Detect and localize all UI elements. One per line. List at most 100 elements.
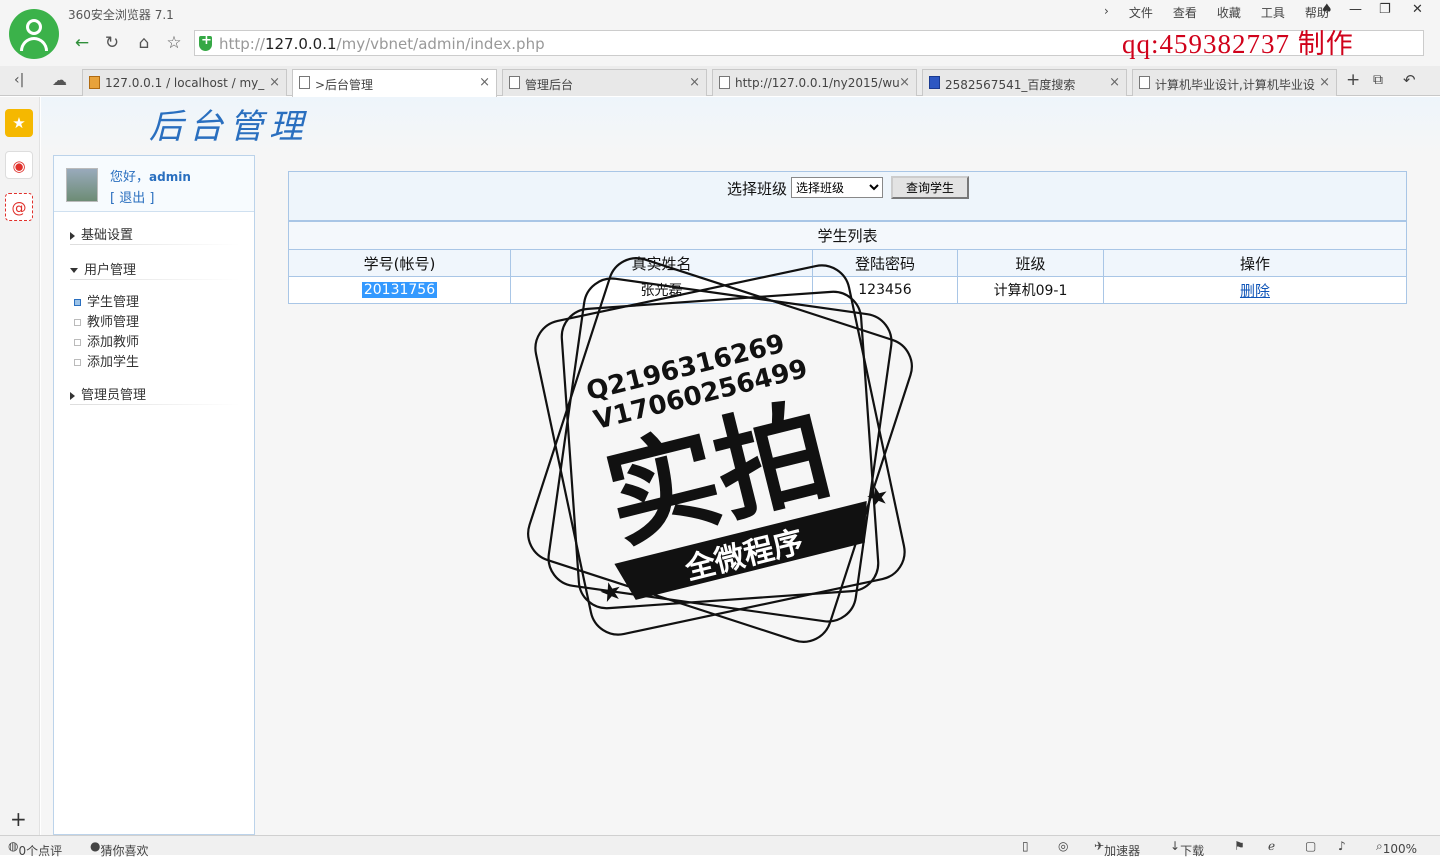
close-icon[interactable]: ✕ xyxy=(1412,2,1423,17)
divider xyxy=(70,404,240,405)
nav-item-add-student[interactable]: 添加学生 xyxy=(74,351,139,370)
tab-graduation[interactable]: 计算机毕业设计,计算机毕业设 × xyxy=(1132,69,1337,96)
table-caption: 学生列表 xyxy=(288,221,1407,250)
nav-group-basic[interactable]: 基础设置 xyxy=(70,224,133,243)
tab-label: 2582567541_百度搜索 xyxy=(945,78,1076,92)
page-icon xyxy=(299,76,310,89)
browser-logo-icon[interactable] xyxy=(9,9,59,59)
tab-label: http://127.0.0.1/ny2015/wu xyxy=(735,76,900,90)
tab-close-icon[interactable]: × xyxy=(1319,75,1330,90)
home-icon[interactable]: ⌂ xyxy=(134,33,154,53)
user-box: 您好，admin [ 退出 ] xyxy=(54,156,254,212)
url-text: http://127.0.0.1/my/vbnet/admin/index.ph… xyxy=(219,35,545,53)
comments-label: 0个点评 xyxy=(18,844,63,858)
screenshot-icon[interactable]: ▢ xyxy=(1305,839,1316,853)
page-banner: 后台管理 xyxy=(41,97,1440,155)
tab-list-icon[interactable]: ⧉ xyxy=(1373,72,1383,88)
clean-icon[interactable]: ◎ xyxy=(1058,839,1068,853)
status-bar: ◍ 0个点评 ● 猜你喜欢 ▯ ◎ ✈ 加速器 ↓ 下载 ⚑ ℯ ▢ ♪ ⌕ 1… xyxy=(0,835,1440,858)
tab-admin[interactable]: >后台管理 × xyxy=(292,69,497,97)
new-tab-icon[interactable]: + xyxy=(1346,70,1360,90)
student-class-cell: 计算机09-1 xyxy=(957,276,1104,304)
column-header: 操作 xyxy=(1103,249,1407,277)
download-label: 下载 xyxy=(1180,844,1205,858)
ie-mode-icon[interactable]: ℯ xyxy=(1268,839,1275,853)
tab-phpmyadmin[interactable]: 127.0.0.1 / localhost / my_ × xyxy=(82,69,287,96)
cloud-icon[interactable]: ☁ xyxy=(52,71,67,89)
download-button[interactable]: ↓ 下载 xyxy=(1170,839,1204,858)
collapsed-arrow-icon xyxy=(70,391,75,400)
tab-baidu[interactable]: 2582567541_百度搜索 × xyxy=(922,69,1127,96)
menu-file[interactable]: 文件 xyxy=(1119,4,1163,21)
stamp-star-icon: ★ xyxy=(596,575,626,610)
query-students-button[interactable]: 查询学生 xyxy=(891,176,969,199)
accelerator-label: 加速器 xyxy=(1104,844,1141,858)
mail-icon[interactable]: @ xyxy=(5,193,33,221)
zoom-label: 100% xyxy=(1382,842,1418,856)
tab-close-icon[interactable]: × xyxy=(479,75,490,90)
divider xyxy=(70,244,240,245)
bullet-icon xyxy=(74,299,81,306)
nav-item-label: 教师管理 xyxy=(87,315,140,330)
expanded-arrow-icon xyxy=(70,268,78,273)
tab-close-icon[interactable]: × xyxy=(899,75,910,90)
comments-status[interactable]: ◍ 0个点评 xyxy=(8,839,62,858)
browser-titlebar: 360安全浏览器 7.1 › 文件 查看 收藏 工具 帮助 ♠ — ❐ ✕ ← … xyxy=(0,0,1440,66)
admin-sidebar: 您好，admin [ 退出 ] 基础设置 用户管理 学生管理 教师管理 添加教师… xyxy=(53,155,255,835)
weibo-icon[interactable]: ◉ xyxy=(5,151,33,179)
nav-group-admins[interactable]: 管理员管理 xyxy=(70,384,146,403)
zoom-control[interactable]: ⌕ 100% xyxy=(1376,839,1417,856)
nav-item-teacher-management[interactable]: 教师管理 xyxy=(74,311,139,330)
bullet-icon xyxy=(74,319,81,326)
nav-item-add-teacher[interactable]: 添加教师 xyxy=(74,331,139,350)
baidu-paw-icon xyxy=(929,76,940,89)
collapsed-arrow-icon xyxy=(70,231,75,240)
phpmyadmin-icon xyxy=(89,76,100,89)
delete-link[interactable]: 删除 xyxy=(1240,282,1270,300)
nav-group-label: 基础设置 xyxy=(81,228,134,243)
class-select[interactable]: 选择班级 xyxy=(791,177,883,198)
tab-label: >后台管理 xyxy=(315,78,374,92)
refresh-icon[interactable]: ↻ xyxy=(102,33,122,53)
watermark-stamp: Q2196316269 V17060256499 实拍 全微程序 ★ ★ xyxy=(527,257,913,643)
favorite-star-icon[interactable]: ☆ xyxy=(164,33,184,53)
logout-link[interactable]: [ 退出 ] xyxy=(110,187,154,206)
search-bar: 选择班级 选择班级 查询学生 xyxy=(288,171,1407,221)
sidebar-toggle-icon[interactable]: ‹| xyxy=(14,72,24,88)
tab-management[interactable]: 管理后台 × xyxy=(502,69,707,96)
menu-favorites[interactable]: 收藏 xyxy=(1207,4,1251,21)
tab-close-icon[interactable]: × xyxy=(1109,75,1120,90)
menu-tools[interactable]: 工具 xyxy=(1251,4,1295,21)
back-icon[interactable]: ← xyxy=(72,33,92,53)
divider xyxy=(70,279,240,280)
user-greeting: 您好，admin xyxy=(110,170,191,185)
guess-status[interactable]: ● 猜你喜欢 xyxy=(90,839,149,858)
mobile-icon[interactable]: ▯ xyxy=(1022,839,1029,853)
menu-view[interactable]: 查看 xyxy=(1163,4,1207,21)
menu-chevron-icon[interactable]: › xyxy=(1094,4,1119,21)
tab-ny2015[interactable]: http://127.0.0.1/ny2015/wu × xyxy=(712,69,917,96)
menu-bar: › 文件 查看 收藏 工具 帮助 xyxy=(1094,4,1339,21)
undo-close-icon[interactable]: ↶ xyxy=(1403,71,1416,89)
nav-group-users[interactable]: 用户管理 xyxy=(70,259,136,278)
student-id-cell: 20131756 xyxy=(288,276,511,304)
page-icon xyxy=(1139,76,1150,89)
qq-overlay-text: qq:459382737 制作 xyxy=(1122,29,1354,59)
nav-group-label: 用户管理 xyxy=(84,263,137,278)
nav-item-student-management[interactable]: 学生管理 xyxy=(74,291,139,310)
tab-close-icon[interactable]: × xyxy=(689,75,700,90)
accelerator-button[interactable]: ✈ 加速器 xyxy=(1094,839,1140,858)
restore-icon[interactable]: ❐ xyxy=(1379,2,1391,17)
minimize-icon[interactable]: — xyxy=(1349,2,1362,17)
tab-bar: ‹| ☁ 127.0.0.1 / localhost / my_ × >后台管理… xyxy=(0,66,1440,97)
security-shield-icon xyxy=(199,33,212,51)
class-select-label: 选择班级 xyxy=(727,180,788,198)
tab-close-icon[interactable]: × xyxy=(269,75,280,90)
page-icon xyxy=(509,76,520,89)
skin-icon[interactable]: ♠ xyxy=(1321,2,1333,17)
add-sidebar-icon[interactable]: + xyxy=(10,807,27,831)
avatar xyxy=(66,168,98,202)
sound-icon[interactable]: ♪ xyxy=(1338,839,1346,853)
flag-icon[interactable]: ⚑ xyxy=(1234,839,1245,853)
favorites-star-icon[interactable]: ★ xyxy=(5,109,33,137)
